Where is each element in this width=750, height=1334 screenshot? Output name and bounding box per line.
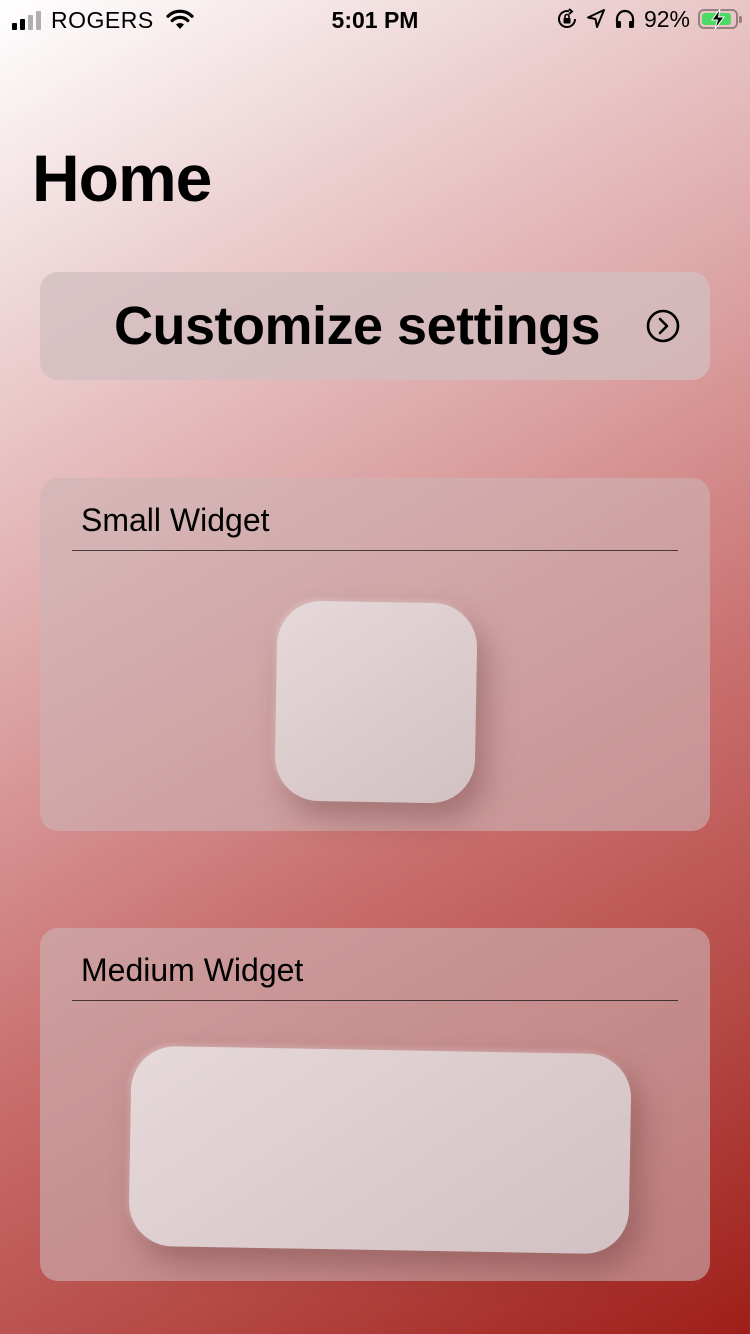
divider	[72, 1000, 678, 1001]
orientation-lock-icon	[557, 8, 576, 28]
page-title: Home	[32, 141, 212, 215]
medium-widget-title: Medium Widget	[81, 952, 304, 988]
headphones-icon	[615, 9, 635, 28]
customize-settings-button[interactable]: Customize settings	[40, 272, 710, 380]
small-widget-title: Small Widget	[81, 502, 270, 538]
location-arrow-icon	[586, 9, 605, 28]
chevron-circle-icon	[646, 309, 680, 343]
battery-charging-icon	[698, 8, 742, 30]
status-bar-right: 92%	[556, 6, 742, 32]
medium-widget-preview[interactable]	[128, 1045, 632, 1255]
medium-widget-card: Medium Widget	[40, 928, 710, 1281]
status-bar: ROGERS 5:01 PM 92%	[0, 0, 750, 40]
small-widget-card: Small Widget	[40, 478, 710, 831]
charging-bolt-icon	[711, 8, 725, 30]
battery-percent: 92%	[643, 6, 690, 32]
customize-settings-label: Customize settings	[114, 296, 601, 356]
small-widget-preview[interactable]	[274, 600, 478, 804]
divider	[72, 550, 678, 551]
